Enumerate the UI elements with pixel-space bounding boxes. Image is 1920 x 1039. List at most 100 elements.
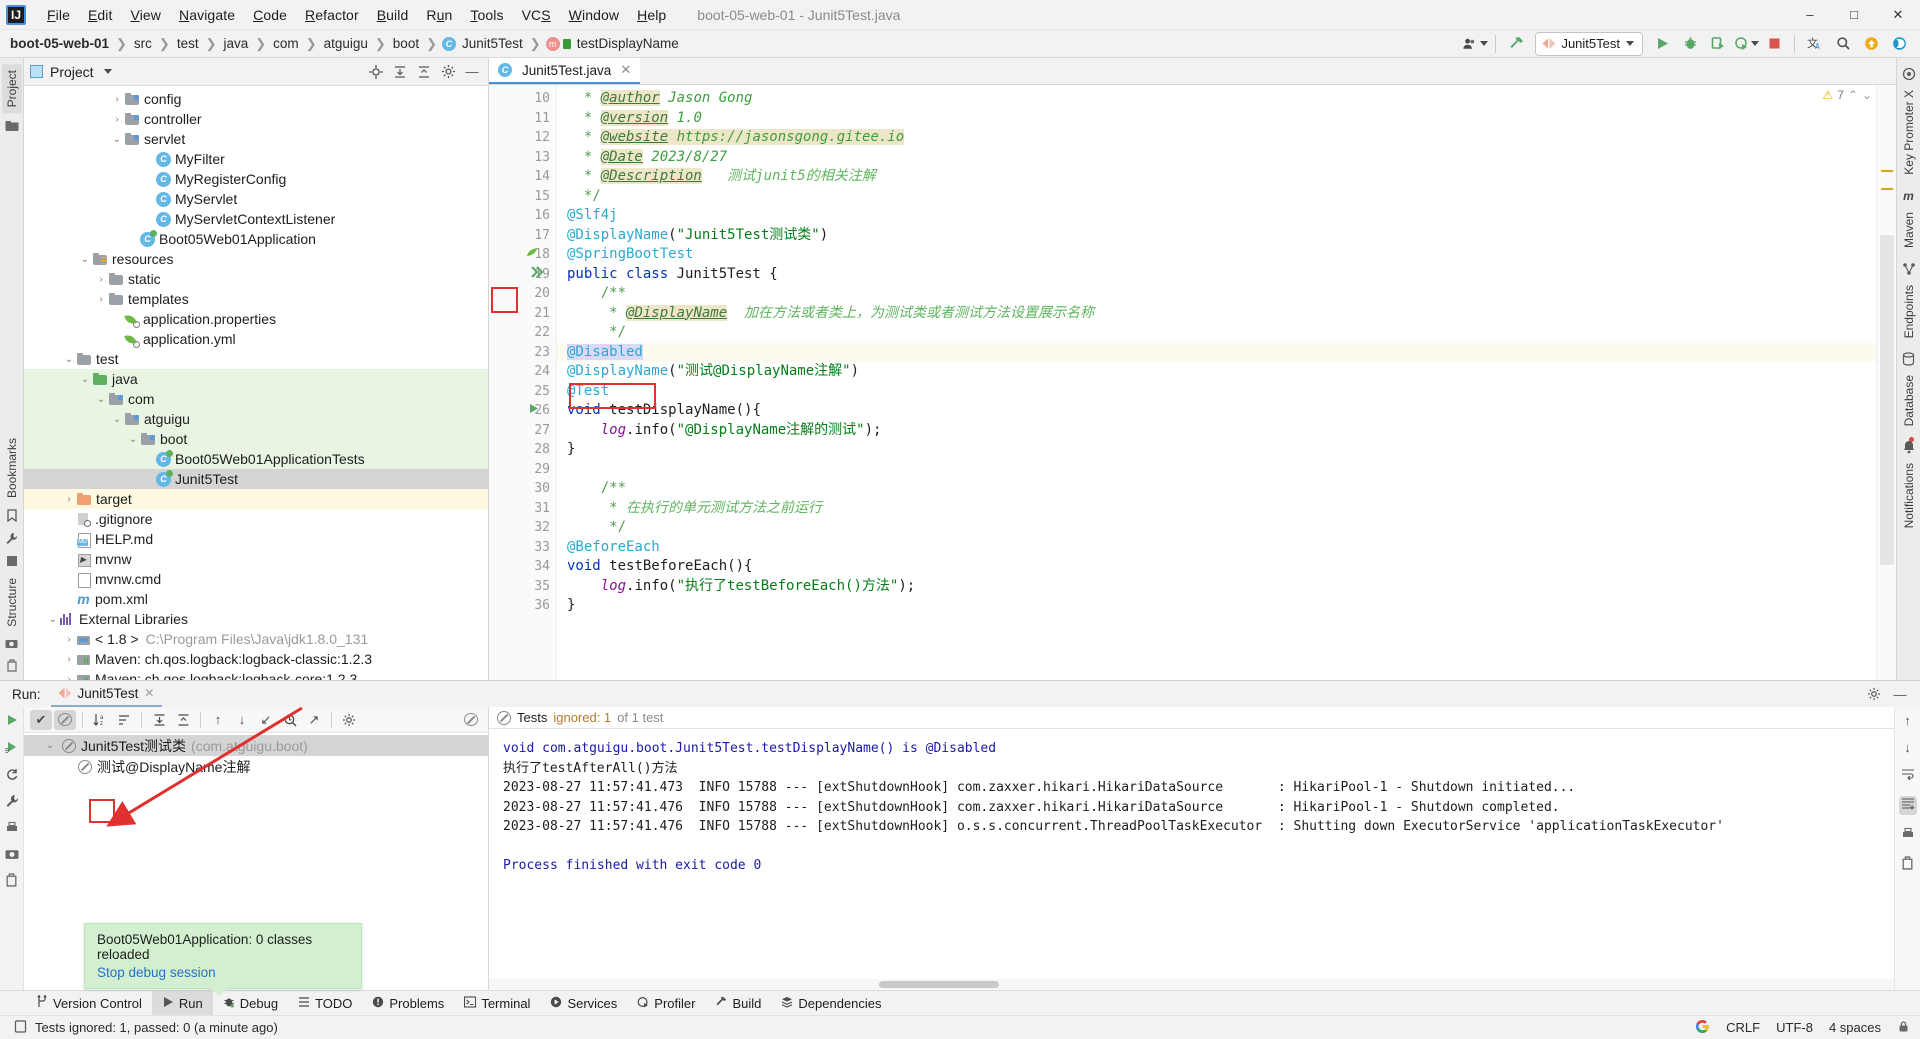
chevron-right-icon[interactable]: › <box>110 114 124 125</box>
project-view-dropdown-icon[interactable] <box>104 69 112 74</box>
bottom-tab-profiler[interactable]: Profiler <box>627 991 705 1016</box>
soft-wrap-icon[interactable] <box>1901 767 1915 784</box>
sidebar-item-database[interactable]: Database <box>1899 369 1919 432</box>
tree-node[interactable]: mpom.xml <box>24 589 488 609</box>
gutter-line[interactable]: 34 <box>489 557 556 577</box>
test-tree-row[interactable]: 测试@DisplayName注解 <box>24 756 488 777</box>
tree-node[interactable]: ›static <box>24 269 488 289</box>
sidebar-item-endpoints[interactable]: Endpoints <box>1899 279 1919 344</box>
stop-icon[interactable] <box>1761 32 1787 56</box>
filter-icon[interactable] <box>460 710 482 730</box>
gutter-line[interactable]: 26 <box>489 401 556 421</box>
tree-node[interactable]: ⌄servlet <box>24 129 488 149</box>
bottom-tab-problems[interactable]: Problems <box>362 991 454 1016</box>
rerun-icon[interactable] <box>5 713 19 730</box>
collapse-all-icon[interactable] <box>172 710 194 730</box>
console-horizontal-scrollbar[interactable] <box>489 979 1894 990</box>
code-line[interactable] <box>557 460 1876 480</box>
prev-problem-icon[interactable]: ⌃ <box>1848 88 1858 102</box>
gutter-line[interactable]: 12 <box>489 128 556 148</box>
gutter-line[interactable]: 32 <box>489 518 556 538</box>
menu-navigate[interactable]: Navigate <box>170 4 244 26</box>
code-line[interactable]: ⌐ */ <box>557 518 1876 538</box>
key-promoter-icon[interactable] <box>1902 64 1916 84</box>
code-line[interactable]: * 在执行的单元测试方法之前运行 <box>557 499 1876 519</box>
terminal-square-icon[interactable] <box>6 550 18 572</box>
profile-icon[interactable] <box>1733 32 1759 56</box>
gutter-line[interactable]: 35 <box>489 577 556 597</box>
tree-node[interactable]: ⌄resources <box>24 249 488 269</box>
gutter-line[interactable]: 24 <box>489 362 556 382</box>
locate-icon[interactable] <box>366 62 386 82</box>
gutter-line[interactable]: 10 <box>489 89 556 109</box>
code-line[interactable]: −void testBeforeEach(){ <box>557 557 1876 577</box>
code-line[interactable]: −@SpringBootTest <box>557 245 1876 265</box>
sidebar-item-maven[interactable]: Maven <box>1899 206 1919 254</box>
code-line[interactable]: ⌐ */ <box>557 187 1876 207</box>
sidebar-item-project[interactable]: Project <box>2 64 22 113</box>
chevron-down-icon[interactable]: ⌄ <box>126 434 140 445</box>
gutter-line[interactable]: 22 <box>489 323 556 343</box>
code-line[interactable]: −@Disabled <box>557 343 1876 363</box>
chevron-right-icon[interactable]: › <box>62 494 76 505</box>
gear-icon[interactable] <box>438 62 458 82</box>
breadcrumb-boot[interactable]: boot <box>391 35 421 52</box>
maximize-button[interactable]: □ <box>1832 0 1876 30</box>
tree-node[interactable]: .gitignore <box>24 509 488 529</box>
code-line[interactable]: * @website https://jasonsgong.gitee.io <box>557 128 1876 148</box>
run-tab-junit5test[interactable]: Junit5Test ✕ <box>51 681 163 707</box>
tab-junit5test-java[interactable]: C Junit5Test.java ✕ <box>489 58 640 84</box>
maven-icon[interactable]: m <box>1903 181 1914 206</box>
chevron-down-icon[interactable]: ⌄ <box>110 414 124 425</box>
hammer-icon[interactable] <box>1503 32 1529 56</box>
breadcrumb-method[interactable]: testDisplayName <box>575 35 681 52</box>
tree-node[interactable]: CBoot05Web01ApplicationTests <box>24 449 488 469</box>
tree-node[interactable]: ⌄com <box>24 389 488 409</box>
menu-run[interactable]: Run <box>417 4 461 26</box>
scroll-up-icon[interactable]: ↑ <box>1904 713 1911 728</box>
trash-icon[interactable] <box>5 873 18 890</box>
collapse-all-icon[interactable] <box>414 62 434 82</box>
user-icon[interactable] <box>1462 32 1488 56</box>
tree-node[interactable]: ›config <box>24 89 488 109</box>
tree-node[interactable]: ▶mvnw <box>24 549 488 569</box>
tree-node[interactable]: ›Maven: ch.qos.logback:logback-classic:1… <box>24 649 488 669</box>
bottom-tab-dependencies[interactable]: Dependencies <box>771 991 891 1016</box>
code-line[interactable]: * @author Jason Gong <box>557 89 1876 109</box>
notification-popup[interactable]: Boot05Web01Application: 0 classes reload… <box>84 923 362 989</box>
camera-icon[interactable] <box>5 848 19 863</box>
chevron-down-icon[interactable]: ⌄ <box>94 394 108 405</box>
spring-bean-gutter-icon[interactable] <box>525 247 538 263</box>
inspection-widget[interactable]: ⚠ 7 ⌃ ⌄ <box>1822 88 1872 102</box>
breadcrumb-src[interactable]: src <box>132 35 154 52</box>
tree-node[interactable]: ⌄java <box>24 369 488 389</box>
chevron-right-icon[interactable]: › <box>62 674 76 681</box>
trash-icon[interactable] <box>6 654 18 680</box>
gutter-line[interactable]: 29 <box>489 460 556 480</box>
camera-icon[interactable] <box>5 633 18 654</box>
code-line[interactable]: * @version 1.0 <box>557 109 1876 129</box>
close-button[interactable]: ✕ <box>1876 0 1920 30</box>
tree-node[interactable]: ›target <box>24 489 488 509</box>
code-line[interactable]: ⌐ */ <box>557 323 1876 343</box>
menu-file[interactable]: File <box>38 4 79 26</box>
tree-node[interactable]: CJunit5Test <box>24 469 488 489</box>
tree-node[interactable]: ›< 1.8 >C:\Program Files\Java\jdk1.8.0_1… <box>24 629 488 649</box>
breadcrumb-test[interactable]: test <box>175 35 201 52</box>
code-line[interactable]: @DisplayName("Junit5Test测试类") <box>557 226 1876 246</box>
bottom-tab-todo[interactable]: TODO <box>288 991 362 1016</box>
settings-gear-icon[interactable] <box>1864 684 1884 704</box>
wrench-icon[interactable] <box>5 794 19 811</box>
tree-node[interactable]: CMyServletContextListener <box>24 209 488 229</box>
debug-icon[interactable] <box>1677 32 1703 56</box>
wrench-icon[interactable] <box>5 527 18 550</box>
menu-vcs[interactable]: VCS <box>513 4 560 26</box>
close-icon[interactable]: ✕ <box>620 62 631 78</box>
code-line[interactable]: −@Slf4j <box>557 206 1876 226</box>
gutter-line[interactable]: 25 <box>489 382 556 402</box>
tree-node[interactable]: ⌄boot <box>24 429 488 449</box>
console-output[interactable]: void com.atguigu.boot.Junit5Test.testDis… <box>489 729 1894 979</box>
sidebar-item-structure[interactable]: Structure <box>2 572 22 633</box>
run-with-coverage-icon[interactable] <box>1705 32 1731 56</box>
tree-node[interactable]: CMyRegisterConfig <box>24 169 488 189</box>
